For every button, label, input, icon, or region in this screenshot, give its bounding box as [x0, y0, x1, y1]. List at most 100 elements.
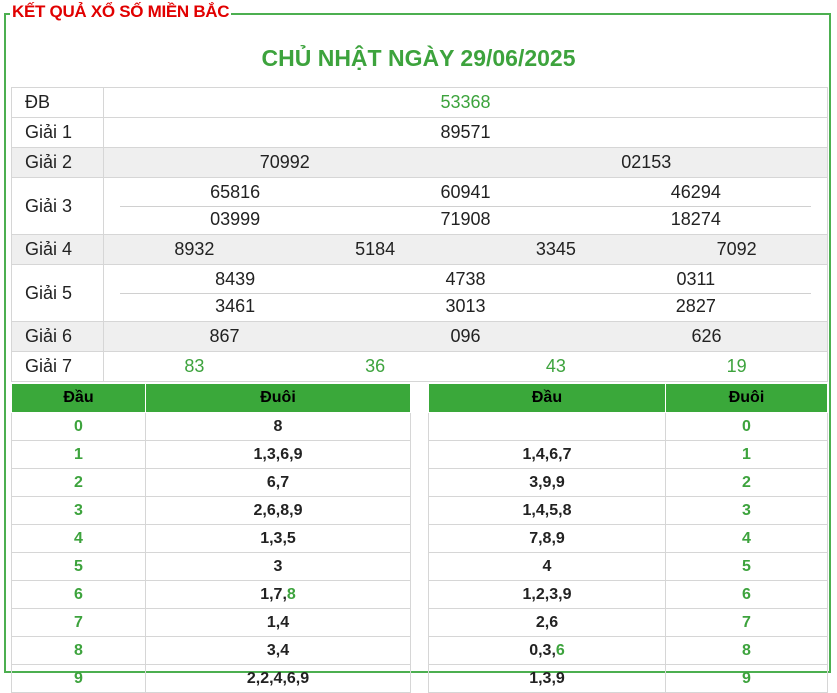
- loto-key: 7: [665, 608, 828, 637]
- loto-key: 5: [11, 552, 146, 581]
- prize-number: 0311: [676, 269, 716, 289]
- loto-value-text: 6,7: [266, 473, 290, 491]
- table-row: 6 1,7,8: [11, 580, 411, 609]
- table-row: 3 2,6,8,9: [11, 496, 411, 525]
- loto-values: 1,4,6,7: [428, 440, 666, 469]
- loto-key: 8: [11, 636, 146, 665]
- table-row: 4 1,3,5: [11, 524, 411, 553]
- prize-number: 2827: [675, 296, 716, 316]
- prize-number: 89571: [440, 122, 491, 142]
- loto-key: 0: [665, 412, 828, 441]
- table-row: 2,6 7: [428, 608, 828, 637]
- prize-label: Giải 3: [11, 177, 104, 235]
- loto-values: 2,6: [428, 608, 666, 637]
- results-table: ĐB 53368 Giải 1 89571 Giải 2 70992 02153…: [11, 87, 828, 382]
- loto-values: 1,7,8: [145, 580, 411, 609]
- loto-key: 5: [665, 552, 828, 581]
- prize-number: 53368: [440, 92, 491, 112]
- loto-key: 2: [11, 468, 146, 497]
- prize-number: 3461: [215, 296, 256, 316]
- loto-values: 2,2,4,6,9: [145, 664, 411, 693]
- prize-number: 7092: [716, 239, 757, 259]
- table-row: 8 3,4: [11, 636, 411, 665]
- loto-value-text: 7,8,9: [529, 529, 565, 547]
- prize-number: 03999: [210, 209, 261, 229]
- table-row: 1,4,6,7 1: [428, 440, 828, 469]
- header-duoi: Đuôi: [145, 383, 411, 413]
- prize-number: 46294: [670, 182, 721, 202]
- loto-values: 1,3,6,9: [145, 440, 411, 469]
- prize-label: Giải 1: [11, 117, 104, 148]
- loto-value-text: 2,6,8,9: [253, 501, 303, 519]
- loto-value-text: 4: [542, 557, 552, 575]
- loto-values: 1,4: [145, 608, 411, 637]
- prize-row-db: ĐB 53368: [11, 87, 828, 118]
- loto-values: 1,2,3,9: [428, 580, 666, 609]
- table-row: 3,9,9 2: [428, 468, 828, 497]
- loto-value-text: 1,2,3,9: [522, 585, 572, 603]
- prize-number: 626: [691, 326, 722, 346]
- loto-tail-table: Đầu Đuôi 0 1,4,6,7 1 3,9,9 2 1,4,5,8 3 7,8,9 4 4 5…: [428, 383, 828, 693]
- loto-value-text: 1,3,9: [529, 669, 565, 687]
- prize-number: 36: [365, 356, 386, 376]
- loto-value-text: 8: [273, 417, 283, 435]
- prize-number: 43: [545, 356, 566, 376]
- prize-label: ĐB: [11, 87, 104, 118]
- loto-values: 7,8,9: [428, 524, 666, 553]
- prize-row-g5: Giải 5 8439 4738 0311 3461 3013 2827: [11, 264, 828, 322]
- loto-key: 3: [11, 496, 146, 525]
- loto-key: 8: [665, 636, 828, 665]
- header-dau: Đầu: [428, 383, 666, 413]
- prize-label: Giải 2: [11, 147, 104, 178]
- table-row: 7 1,4: [11, 608, 411, 637]
- prize-number: 3345: [535, 239, 576, 259]
- loto-key: 4: [665, 524, 828, 553]
- prize-row-g2: Giải 2 70992 02153: [11, 147, 828, 178]
- loto-values: 3,9,9: [428, 468, 666, 497]
- prize-label: Giải 4: [11, 234, 104, 265]
- prize-number: 096: [450, 326, 481, 346]
- loto-values: 6,7: [145, 468, 411, 497]
- loto-value-text: 3,9,9: [529, 473, 565, 491]
- loto-values: 0,3,6: [428, 636, 666, 665]
- loto-value-text: 1,4: [266, 613, 290, 631]
- loto-key: 2: [665, 468, 828, 497]
- loto-head-table: Đầu Đuôi 0 8 1 1,3,6,9 2 6,7 3 2,6,8,9 4 1,3,5 5 3 6…: [11, 383, 411, 693]
- loto-value-highlight: 8: [286, 585, 296, 603]
- prize-row-g7: Giải 7 83 36 43 19: [11, 351, 828, 382]
- loto-value-text: 2,2,4,6,9: [246, 669, 310, 687]
- draw-date-title: CHỦ NHẬT NGÀY 29/06/2025: [261, 45, 576, 71]
- loto-values: 1,3,9: [428, 664, 666, 693]
- loto-key: 7: [11, 608, 146, 637]
- prize-number: 19: [726, 356, 747, 376]
- loto-key: 4: [11, 524, 146, 553]
- table-row: 0,3,6 8: [428, 636, 828, 665]
- table-row: 1,4,5,8 3: [428, 496, 828, 525]
- table-row: 1,3,9 9: [428, 664, 828, 693]
- loto-value-text: 0,3,: [529, 641, 556, 659]
- loto-key: 3: [665, 496, 828, 525]
- prize-number: 8439: [215, 269, 256, 289]
- loto-key: 1: [11, 440, 146, 469]
- prize-number: 83: [184, 356, 205, 376]
- loto-values: 1,3,5: [145, 524, 411, 553]
- prize-row-g6: Giải 6 867 096 626: [11, 321, 828, 352]
- table-row: 7,8,9 4: [428, 524, 828, 553]
- loto-values: 8: [145, 412, 411, 441]
- loto-values: 3,4: [145, 636, 411, 665]
- loto-value-text: 3: [273, 557, 283, 575]
- prize-label: Giải 7: [11, 351, 104, 382]
- section-legend: KẾT QUẢ XỔ SỐ MIỀN BẮC: [10, 2, 232, 22]
- loto-value-text: 1,3,6,9: [253, 445, 303, 463]
- loto-value-text: 1,7,: [260, 585, 287, 603]
- prize-number: 70992: [259, 152, 310, 172]
- table-row: 2 6,7: [11, 468, 411, 497]
- loto-values: 4: [428, 552, 666, 581]
- prize-number: 71908: [440, 209, 491, 229]
- prize-number: 60941: [440, 182, 491, 202]
- loto-value-text: 1,4,5,8: [522, 501, 572, 519]
- prize-number: 65816: [210, 182, 261, 202]
- loto-values: [428, 412, 666, 441]
- loto-key: 1: [665, 440, 828, 469]
- prize-number: 8932: [174, 239, 215, 259]
